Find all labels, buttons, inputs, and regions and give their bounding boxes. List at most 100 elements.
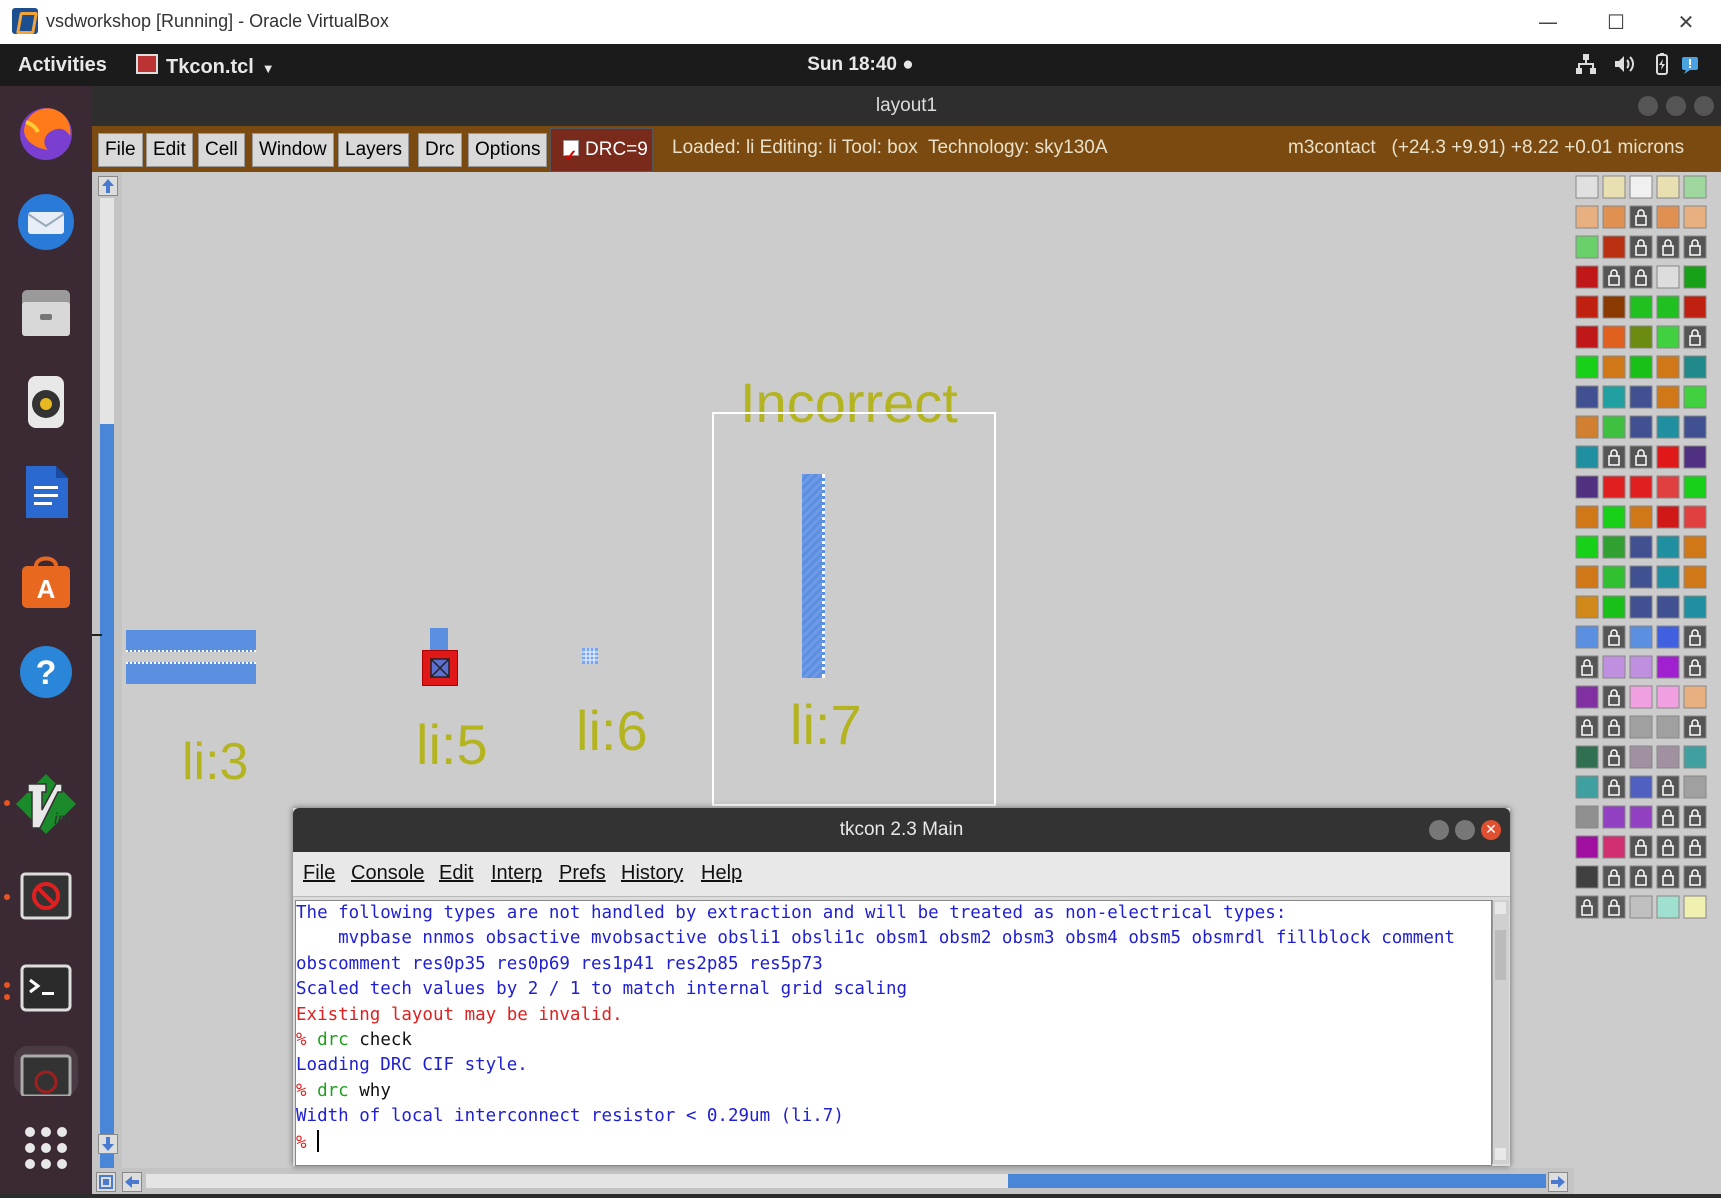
help-icon[interactable]: ? [14, 640, 78, 704]
layer-swatch[interactable] [1602, 205, 1626, 229]
blocked-app-icon[interactable] [14, 864, 78, 928]
layer-swatch[interactable] [1575, 265, 1599, 289]
layer-swatch[interactable] [1575, 595, 1599, 619]
layer-swatch[interactable] [1683, 745, 1707, 769]
notification-icon[interactable] [1678, 52, 1702, 76]
drc-checkbox[interactable] [563, 136, 579, 178]
maximize-button[interactable]: ☐ [1596, 8, 1636, 36]
magic-menu-options[interactable]: Options [468, 133, 548, 167]
tkcon-menu-file[interactable]: File [303, 862, 335, 885]
tkcon-menu-history[interactable]: History [621, 862, 683, 885]
layer-swatch[interactable] [1575, 565, 1599, 589]
layer-swatch[interactable] [1602, 595, 1626, 619]
layer-swatch[interactable] [1575, 745, 1599, 769]
tkcon-menu-edit[interactable]: Edit [439, 862, 473, 885]
close-button[interactable]: ✕ [1666, 8, 1706, 36]
li7-shape[interactable] [802, 474, 825, 678]
layer-swatch[interactable] [1656, 445, 1680, 469]
layer-swatch[interactable] [1602, 655, 1626, 679]
scroll-right-arrow-icon[interactable] [1548, 1172, 1568, 1192]
magic-maximize-button[interactable] [1666, 96, 1686, 116]
layer-swatch[interactable] [1629, 175, 1653, 199]
layer-swatch[interactable] [1683, 355, 1707, 379]
layer-swatch[interactable] [1629, 655, 1653, 679]
layer-swatch[interactable] [1602, 355, 1626, 379]
layer-swatch[interactable] [1602, 415, 1626, 439]
layer-swatch[interactable] [1683, 205, 1707, 229]
magic-menu-edit[interactable]: Edit [146, 133, 193, 167]
layer-swatch[interactable] [1629, 565, 1653, 589]
layer-swatch[interactable] [1575, 205, 1599, 229]
layer-swatch[interactable] [1602, 175, 1626, 199]
li5-shape-contact[interactable] [422, 650, 458, 686]
layer-swatch[interactable] [1656, 535, 1680, 559]
layer-swatch[interactable] [1683, 265, 1707, 289]
layer-swatch[interactable] [1683, 895, 1707, 919]
magic-close-button[interactable] [1694, 96, 1714, 116]
layer-swatch[interactable] [1629, 295, 1653, 319]
drc-toggle[interactable]: DRC=9 [550, 128, 653, 178]
battery-icon[interactable] [1650, 52, 1674, 76]
layer-swatch[interactable] [1575, 625, 1599, 649]
software-icon[interactable]: A [14, 550, 78, 614]
magic-menu-cell[interactable]: Cell [198, 133, 245, 167]
scroll-up-arrow-icon[interactable] [98, 176, 118, 196]
layer-swatch[interactable] [1575, 865, 1599, 889]
tkcon-menu-console[interactable]: Console [351, 862, 424, 885]
li3-shape-top[interactable] [126, 630, 256, 652]
layer-swatch[interactable] [1656, 625, 1680, 649]
layer-swatch[interactable] [1575, 535, 1599, 559]
layer-swatch[interactable] [1683, 415, 1707, 439]
layer-swatch[interactable] [1683, 175, 1707, 199]
layer-swatch[interactable] [1656, 205, 1680, 229]
layer-swatch[interactable] [1575, 445, 1599, 469]
files-icon[interactable] [14, 280, 78, 344]
layer-swatch[interactable] [1683, 595, 1707, 619]
tkcon-menu-help[interactable]: Help [701, 862, 742, 885]
tkcon-scroll-up-icon[interactable] [1495, 902, 1506, 914]
clock[interactable]: Sun 18:40 ● [0, 54, 1721, 76]
layer-swatch[interactable] [1629, 805, 1653, 829]
layer-swatch[interactable] [1683, 445, 1707, 469]
layer-swatch[interactable] [1656, 325, 1680, 349]
vim-icon[interactable]: im [14, 772, 78, 836]
layer-swatch[interactable] [1575, 355, 1599, 379]
layer-swatch[interactable] [1602, 385, 1626, 409]
vertical-scrollbar[interactable] [92, 172, 122, 1186]
li6-shape[interactable] [582, 648, 598, 664]
layer-swatch[interactable] [1602, 295, 1626, 319]
layer-swatch[interactable] [1629, 685, 1653, 709]
network-icon[interactable] [1574, 52, 1598, 76]
li3-shape-bottom[interactable] [126, 662, 256, 684]
horizontal-scrollbar[interactable] [92, 1168, 1574, 1194]
layer-swatch[interactable] [1575, 775, 1599, 799]
layer-swatch[interactable] [1575, 415, 1599, 439]
magic-menu-drc[interactable]: Drc [418, 133, 462, 167]
tkcon-maximize-button[interactable] [1455, 820, 1475, 840]
layer-swatch[interactable] [1629, 625, 1653, 649]
hscroll-thumb[interactable] [1008, 1174, 1546, 1188]
layer-swatch[interactable] [1683, 295, 1707, 319]
magic-menu-window[interactable]: Window [252, 133, 334, 167]
layer-swatch[interactable] [1575, 685, 1599, 709]
layer-swatch[interactable] [1629, 505, 1653, 529]
firefox-icon[interactable] [14, 100, 78, 164]
layer-swatch[interactable] [1656, 385, 1680, 409]
console-input-line[interactable]: % [296, 1129, 1491, 1156]
layer-swatch[interactable] [1575, 805, 1599, 829]
layer-swatch[interactable] [1575, 505, 1599, 529]
layer-swatch[interactable] [1629, 385, 1653, 409]
layer-swatch[interactable] [1656, 355, 1680, 379]
magic-minimize-button[interactable] [1638, 96, 1658, 116]
layer-swatch[interactable] [1575, 385, 1599, 409]
layer-swatch[interactable] [1656, 505, 1680, 529]
layer-swatch[interactable] [1656, 715, 1680, 739]
layer-swatch[interactable] [1656, 175, 1680, 199]
layer-palette-grid[interactable] [1574, 172, 1721, 1194]
layer-swatch[interactable] [1602, 805, 1626, 829]
layer-swatch[interactable] [1602, 325, 1626, 349]
layer-swatch[interactable] [1656, 295, 1680, 319]
layer-swatch[interactable] [1683, 775, 1707, 799]
layer-swatch[interactable] [1575, 325, 1599, 349]
layer-swatch[interactable] [1602, 505, 1626, 529]
